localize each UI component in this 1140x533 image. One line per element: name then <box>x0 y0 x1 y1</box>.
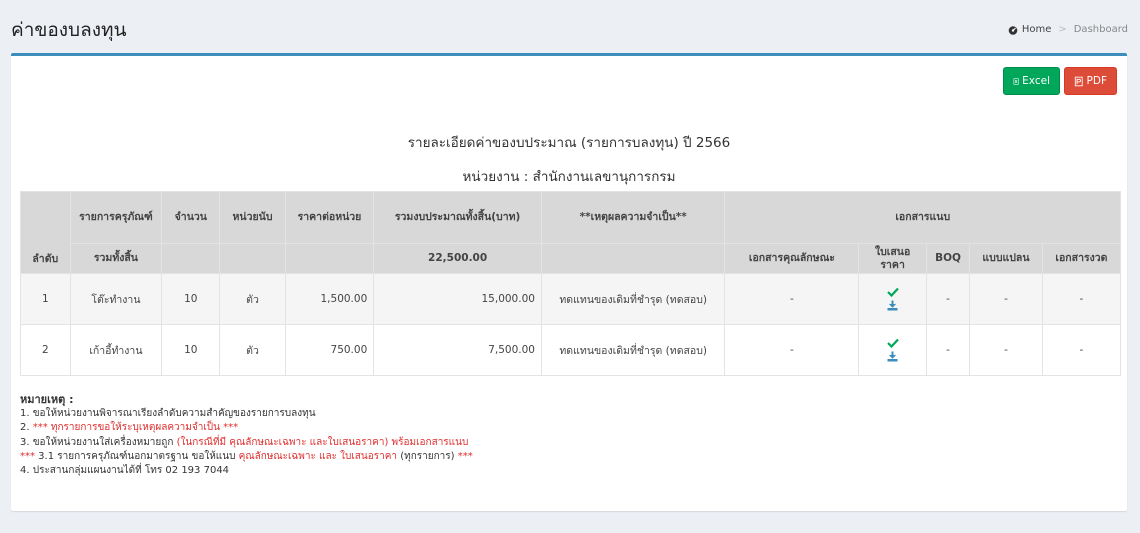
note-3-1-red-close: *** <box>457 450 473 462</box>
row-reason: ทดแทนของเดิมที่ชำรุด (ทดสอบ) <box>540 273 726 325</box>
col-doc-other: เอกสารงวด <box>1041 243 1122 274</box>
row-doc-quote <box>858 273 927 325</box>
note-3-red: (ในกรณีที่มี คุณลักษณะเฉพาะ และใบเสนอราค… <box>176 436 469 448</box>
row-doc-spec: - <box>724 273 860 325</box>
col-qty: จำนวน <box>161 191 221 244</box>
row-doc-boq: - <box>925 273 971 325</box>
table-total-row: รวมทั้งสิ้น 22,500.00 เอกสารคุณลักษณะ ใบ… <box>21 243 1122 274</box>
col-doc-quote: ใบเสนอราคา <box>858 243 927 274</box>
row-doc-plan: - <box>969 273 1043 325</box>
row-seq: 2 <box>20 324 71 376</box>
col-attachments: เอกสารแนบ <box>724 191 1121 244</box>
export-pdf-button[interactable]: PDF <box>1064 67 1117 95</box>
export-pdf-label: PDF <box>1086 75 1107 87</box>
report-box: Excel PDF รายละเอียดค่าของบประมาณ (รายกา… <box>11 53 1127 511</box>
note-3-1-text: 3.1 รายการครุภัณฑ์นอกมาตรฐาน ขอให้แนบ <box>35 450 239 462</box>
export-buttons: Excel PDF <box>1003 67 1117 95</box>
row-doc-quote <box>858 324 927 376</box>
row-qty: 10 <box>161 324 221 376</box>
row-reason: ทดแทนของเดิมที่ชำรุด (ทดสอบ) <box>540 324 726 376</box>
col-doc-spec: เอกสารคุณลักษณะ <box>724 243 860 274</box>
table-header-row: ลำดับ รายการครุภัณฑ์ จำนวน หน่วยนับ ราคา… <box>20 191 1121 274</box>
note-2-prefix: 2. <box>20 422 33 434</box>
file-pdf-icon <box>1074 76 1083 86</box>
row-doc-other: - <box>1041 273 1122 325</box>
row-seq: 1 <box>20 273 71 325</box>
row-doc-spec: - <box>724 324 860 376</box>
note-3-1-red: คุณลักษณะเฉพาะ และ ใบเสนอราคา <box>238 450 398 462</box>
total-label: รวมทั้งสิ้น <box>69 243 163 274</box>
row-doc-other: - <box>1041 324 1122 376</box>
breadcrumb: Home > Dashboard <box>1008 24 1128 35</box>
breadcrumb-separator: > <box>1058 24 1067 35</box>
breadcrumb-current: Dashboard <box>1073 24 1128 35</box>
row-unit: ตัว <box>219 273 286 325</box>
note-4: 4. ประสานกลุ่มแผนงานได้ที่ โทร 02 193 70… <box>20 465 230 477</box>
col-reason: **เหตุผลความจำเป็น** <box>540 191 726 244</box>
col-seq: ลำดับ <box>20 191 71 274</box>
row-doc-boq: - <box>925 324 971 376</box>
note-3-1-suffix: (ทุกรายการ) <box>397 450 458 462</box>
row-budget: 15,000.00 <box>373 273 542 325</box>
note-3-text: 3. ขอให้หน่วยงานใส่เครื่องหมายถูก <box>20 436 177 448</box>
row-item: โต๊ะทำงาน <box>69 273 163 325</box>
note-2-red: *** ทุกรายการขอให้ระบุเหตุผลความจำเป็น *… <box>32 422 239 434</box>
row-unit: ตัว <box>219 324 286 376</box>
dashboard-icon <box>1008 25 1018 35</box>
row-item: เก้าอี้ทำงาน <box>69 324 163 376</box>
note-1: 1. ขอให้หน่วยงานพิจารณาเรียงลำดับความสำค… <box>20 408 316 420</box>
row-price: 750.00 <box>284 324 375 376</box>
row-qty: 10 <box>161 273 221 325</box>
content-header: ค่าของบลงทุน Home > Dashboard <box>0 0 1140 50</box>
col-unit: หน่วยนับ <box>219 191 286 244</box>
note-3-1: *** 3.1 รายการครุภัณฑ์นอกมาตรฐาน ขอให้แน… <box>20 450 473 464</box>
download-icon[interactable] <box>887 300 898 311</box>
report-title: รายละเอียดค่าของบประมาณ (รายการบลงทุน) ป… <box>407 135 731 151</box>
export-excel-label: Excel <box>1022 75 1050 87</box>
total-reason-empty <box>540 243 726 274</box>
col-price: ราคาต่อหน่วย <box>284 191 375 244</box>
table-row: 1 โต๊ะทำงาน 10 ตัว 1,500.00 15,000.00 ทด… <box>20 273 1122 325</box>
col-item: รายการครุภัณฑ์ <box>69 191 163 244</box>
note-3-1-red-open: *** <box>20 450 35 462</box>
row-doc-plan: - <box>969 324 1043 376</box>
total-qty-empty <box>161 243 221 274</box>
notes-title: หมายเหตุ : <box>20 393 74 406</box>
note-2: 2. *** ทุกรายการขอให้ระบุเหตุผลความจำเป็… <box>20 421 473 435</box>
check-icon <box>886 287 899 297</box>
total-unit-empty <box>219 243 286 274</box>
note-3: 3. ขอให้หน่วยงานใส่เครื่องหมายถูก (ในกรณ… <box>20 436 473 450</box>
col-doc-plan: แบบแปลน <box>969 243 1043 274</box>
col-doc-boq: BOQ <box>925 243 971 274</box>
breadcrumb-home-link[interactable]: Home <box>1022 24 1052 35</box>
total-price-empty <box>284 243 375 274</box>
table-row: 2 เก้าอี้ทำงาน 10 ตัว 750.00 7,500.00 ทด… <box>20 324 1122 376</box>
download-icon[interactable] <box>887 351 898 362</box>
col-budget: รวมงบประมาณทั้งสิ้น(บาท) <box>373 191 542 244</box>
budget-table: ลำดับ รายการครุภัณฑ์ จำนวน หน่วยนับ ราคา… <box>20 191 1122 376</box>
page-title: ค่าของบลงทุน <box>11 19 127 41</box>
report-unit: หน่วยงาน : สำนักงานเลขานุการกรม <box>462 169 676 185</box>
row-budget: 7,500.00 <box>373 324 542 376</box>
file-excel-icon <box>1013 77 1019 85</box>
check-icon <box>886 338 899 348</box>
total-value: 22,500.00 <box>373 243 542 274</box>
notes: หมายเหตุ : 1. ขอให้หน่วยงานพิจารณาเรียงล… <box>20 393 473 478</box>
row-price: 1,500.00 <box>284 273 375 325</box>
export-excel-button[interactable]: Excel <box>1003 67 1060 95</box>
